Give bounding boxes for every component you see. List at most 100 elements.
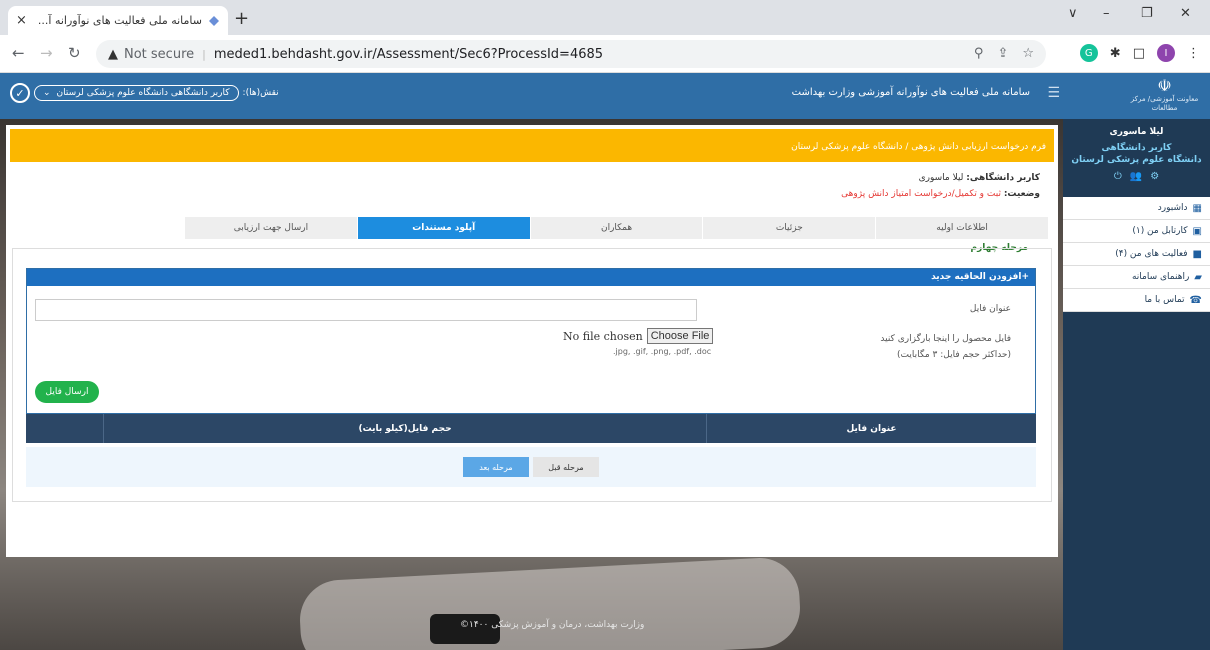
site-header: ☫ معاونت آموزشی/ مرکز مطالعات ☰ سامانه م… bbox=[0, 73, 1210, 119]
address-bar[interactable]: ▲ Not secure | meded1.behdasht.gov.ir/As… bbox=[96, 40, 1046, 68]
column-file-size: حجم فایل(کیلو بایت) bbox=[103, 414, 706, 443]
side-panel-icon[interactable]: □ bbox=[1133, 46, 1145, 61]
allowed-extensions: .jpg, .gif, .png, .pdf, .doc bbox=[613, 347, 712, 356]
share-icon[interactable]: ⇪ bbox=[997, 46, 1008, 61]
book-icon: ▰ bbox=[1194, 271, 1202, 283]
role-selector: نقش(ها): کاربر دانشگاهی دانشگاه علوم پزش… bbox=[10, 83, 279, 103]
hamburger-menu-icon[interactable]: ☰ bbox=[1047, 85, 1060, 101]
sidebar-item-activities[interactable]: ■ فعالیت های من (۴) bbox=[1063, 243, 1210, 266]
column-actions bbox=[26, 414, 103, 443]
status-line: وضعیت: ثبت و تکمیل/درخواست امتیاز دانش پ… bbox=[841, 189, 1040, 199]
user-actions: ⚙ 👥 ⏻ bbox=[1063, 171, 1210, 182]
forward-arrow-icon[interactable]: → bbox=[40, 44, 53, 62]
previous-step-button[interactable]: مرحله قبل bbox=[533, 457, 599, 477]
zoom-icon[interactable]: ⚲ bbox=[974, 46, 984, 61]
send-file-button[interactable]: ارسال فایل bbox=[35, 381, 99, 403]
confirm-role-check-icon[interactable]: ✓ bbox=[10, 83, 30, 103]
choose-file-button[interactable]: Choose File bbox=[646, 328, 714, 344]
tab-close-icon[interactable]: × bbox=[16, 13, 27, 28]
grammarly-extension-icon[interactable]: G bbox=[1079, 44, 1098, 62]
settings-gear-icon[interactable]: ⚙ bbox=[1150, 171, 1159, 182]
dashboard-icon: ▦ bbox=[1192, 202, 1202, 214]
sidebar-item-guide[interactable]: ▰ راهنمای سامانه bbox=[1063, 266, 1210, 289]
user-name: لیلا ماسوری bbox=[1109, 127, 1164, 137]
tab-title: سامانه ملی فعالیت های نوآورانه آ... bbox=[37, 14, 202, 27]
sidebar-item-label: داشبورد bbox=[1157, 203, 1188, 213]
restore-button[interactable]: ❐ bbox=[1141, 6, 1153, 21]
site-title: سامانه ملی فعالیت های نوآورانه آموزشی وز… bbox=[791, 87, 1030, 98]
profile-avatar[interactable]: I bbox=[1157, 44, 1175, 62]
no-file-chosen-text: No file chosen bbox=[563, 329, 643, 343]
not-secure-label: Not secure bbox=[124, 46, 195, 62]
phone-icon: ☎ bbox=[1189, 294, 1202, 306]
wizard-navigation: مرحله بعد مرحله قبل bbox=[26, 447, 1036, 487]
user-label: کاربر دانشگاهی: bbox=[966, 173, 1040, 183]
role-value: کاربر دانشگاهی دانشگاه علوم پزشکی لرستان bbox=[56, 88, 230, 98]
file-title-label: عنوان فایل bbox=[969, 304, 1011, 314]
browser-menu-icon[interactable]: ⋮ bbox=[1187, 46, 1200, 61]
sidebar-item-label: فعالیت های من (۴) bbox=[1115, 249, 1188, 259]
sidebar-item-label: کارتابل من (۱) bbox=[1132, 226, 1188, 236]
file-upload-label-group: فایل محصول را اینجا بارگزاری کنید (حداکث… bbox=[880, 331, 1011, 363]
wizard-steps: اطلاعات اولیه جزئیات همکاران آپلود مستند… bbox=[184, 217, 1048, 239]
tab-upload-documents[interactable]: آپلود مستندات bbox=[356, 217, 530, 239]
status-value: ثبت و تکمیل/درخواست امتیاز دانش پژوهی bbox=[841, 189, 1001, 199]
address-separator: | bbox=[202, 47, 206, 61]
attachments-table-header: عنوان فایل حجم فایل(کیلو بایت) bbox=[26, 414, 1036, 443]
footer-copyright: وزارت بهداشت، درمان و آموزش پزشکی ۱۴۰۰© bbox=[460, 620, 645, 630]
tab-basic-info[interactable]: اطلاعات اولیه bbox=[875, 217, 1048, 239]
next-step-button[interactable]: مرحله بعد bbox=[463, 457, 529, 477]
main-panel: فرم درخواست ارزیابی دانش پژوهی / دانشگاه… bbox=[6, 125, 1058, 557]
extensions-area: G ✱ □ I ⋮ bbox=[1079, 44, 1200, 62]
tab-details[interactable]: جزئیات bbox=[702, 217, 876, 239]
sidebar-item-cartable[interactable]: ▣ کارتابل من (۱) bbox=[1063, 220, 1210, 243]
site-favicon-icon bbox=[209, 15, 219, 26]
sidebar-item-label: تماس با ما bbox=[1144, 295, 1185, 305]
user-role: کاربر دانشگاهی bbox=[1101, 143, 1172, 153]
user-university: دانشگاه علوم پزشکی لرستان bbox=[1071, 155, 1202, 165]
sidebar-item-dashboard[interactable]: ▦ داشبورد bbox=[1063, 197, 1210, 220]
sidebar-item-contact[interactable]: ☎ تماس با ما bbox=[1063, 289, 1210, 312]
ministry-logo: ☫ معاونت آموزشی/ مرکز مطالعات bbox=[1127, 76, 1202, 113]
add-attachment-header: +افزودن الحاقیه جدید bbox=[27, 269, 1035, 286]
photo-arm-shape bbox=[297, 555, 803, 650]
file-size-note: (حداکثر حجم فایل: ۳ مگابایت) bbox=[897, 350, 1011, 360]
file-title-input[interactable] bbox=[35, 299, 697, 321]
user-profile-box: لیلا ماسوری کاربر دانشگاهی دانشگاه علوم … bbox=[1063, 119, 1210, 197]
right-sidebar: لیلا ماسوری کاربر دانشگاهی دانشگاه علوم … bbox=[1063, 119, 1210, 650]
form-banner: فرم درخواست ارزیابی دانش پژوهی / دانشگاه… bbox=[10, 129, 1054, 162]
emblem-icon: ☫ bbox=[1157, 76, 1172, 95]
role-label: نقش(ها): bbox=[242, 88, 279, 98]
browser-tabstrip: سامانه ملی فعالیت های نوآورانه آ... × + … bbox=[0, 0, 1210, 35]
users-icon[interactable]: 👥 bbox=[1130, 171, 1142, 182]
activities-icon: ■ bbox=[1192, 248, 1202, 260]
logo-subtitle: معاونت آموزشی/ مرکز مطالعات bbox=[1130, 95, 1199, 112]
power-icon[interactable]: ⏻ bbox=[1114, 171, 1122, 182]
warning-triangle-icon[interactable]: ▲ bbox=[108, 47, 118, 62]
extensions-puzzle-icon[interactable]: ✱ bbox=[1110, 46, 1121, 61]
browser-toolbar: ← → ↻ ▲ Not secure | meded1.behdasht.gov… bbox=[0, 35, 1210, 73]
browser-tab[interactable]: سامانه ملی فعالیت های نوآورانه آ... × bbox=[8, 6, 228, 35]
omnibox-actions: ⚲ ⇪ ☆ bbox=[974, 46, 1034, 61]
file-upload-label: فایل محصول را اینجا بارگزاری کنید bbox=[880, 334, 1011, 344]
sidebar-item-label: راهنمای سامانه bbox=[1131, 272, 1190, 282]
chevron-down-icon: ⌄ bbox=[43, 88, 51, 98]
add-attachment-panel: +افزودن الحاقیه جدید عنوان فایل فایل محص… bbox=[26, 268, 1036, 414]
user-info-line: کاربر دانشگاهی: لیلا ماسوری bbox=[919, 173, 1040, 183]
bookmark-star-icon[interactable]: ☆ bbox=[1022, 46, 1034, 61]
tab-colleagues[interactable]: همکاران bbox=[529, 217, 703, 239]
status-label: وضعیت: bbox=[1003, 189, 1040, 199]
reload-icon[interactable]: ↻ bbox=[68, 44, 81, 62]
minimize-button[interactable]: – bbox=[1103, 6, 1110, 21]
file-picker: No file chosen Choose File bbox=[563, 328, 714, 344]
new-tab-button[interactable]: + bbox=[234, 8, 249, 29]
back-arrow-icon[interactable]: ← bbox=[12, 44, 25, 62]
user-value: لیلا ماسوری bbox=[918, 173, 964, 183]
tab-search-icon[interactable]: ∨ bbox=[1068, 6, 1078, 21]
close-window-button[interactable]: ✕ bbox=[1180, 6, 1191, 21]
role-dropdown[interactable]: کاربر دانشگاهی دانشگاه علوم پزشکی لرستان… bbox=[34, 85, 239, 101]
tab-submit-for-review[interactable]: ارسال جهت ارزیابی bbox=[184, 217, 357, 239]
url-text[interactable]: meded1.behdasht.gov.ir/Assessment/Sec6?P… bbox=[214, 47, 603, 62]
inbox-icon: ▣ bbox=[1192, 225, 1202, 237]
column-file-title: عنوان فایل bbox=[706, 414, 1036, 443]
